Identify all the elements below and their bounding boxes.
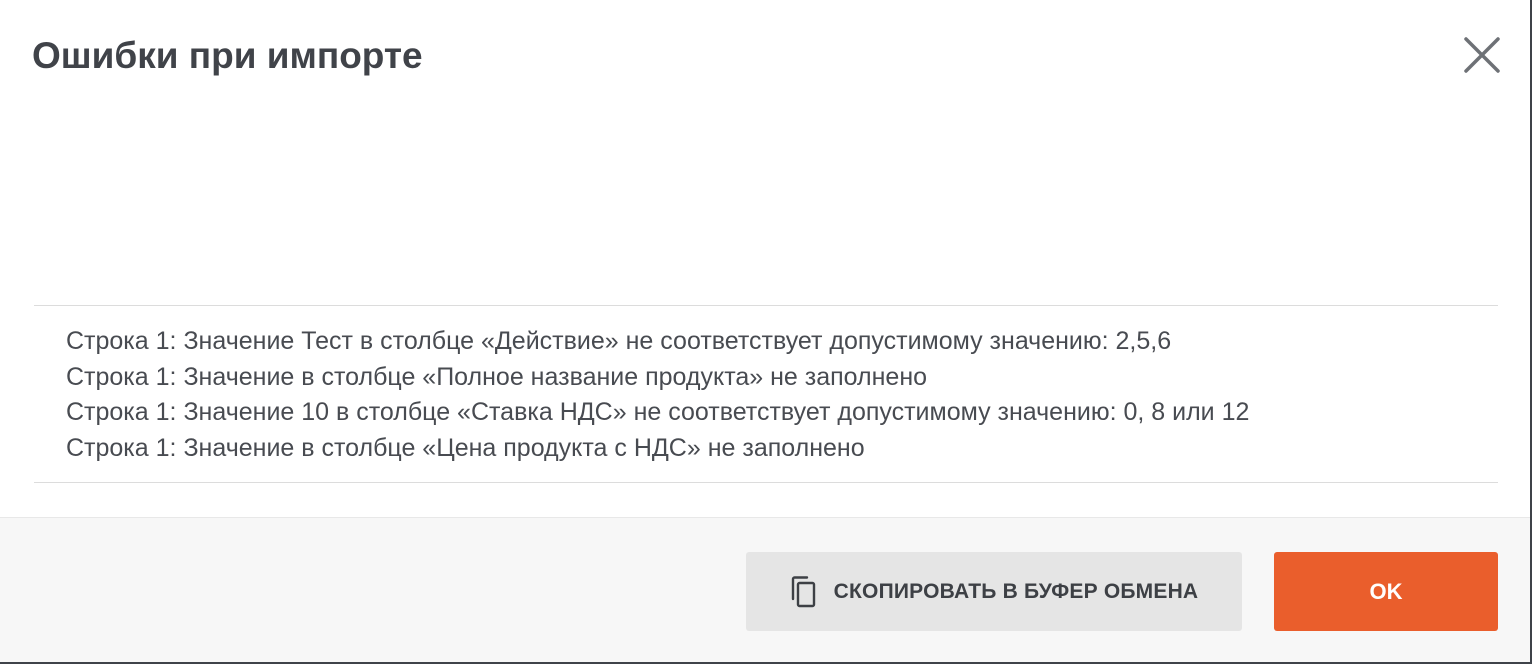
error-line: Строка 1: Значение Тест в столбце «Дейст…: [66, 327, 1172, 355]
copy-button-label: СКОПИРОВАТЬ В БУФЕР ОБМЕНА: [833, 579, 1199, 603]
error-line: Строка 1: Значение 10 в столбце «Ставка …: [66, 398, 1250, 426]
copy-icon: [790, 575, 820, 609]
import-errors-dialog: Ошибки при импорте Строка 1: Значение Те…: [0, 0, 1532, 664]
errors-list: Строка 1: Значение Тест в столбце «Дейст…: [66, 324, 1249, 466]
ok-button-label: OK: [1369, 578, 1403, 604]
error-line: Строка 1: Значение в столбце «Полное наз…: [66, 362, 928, 391]
close-icon: [1462, 35, 1502, 75]
dialog-footer: СКОПИРОВАТЬ В БУФЕР ОБМЕНА OK: [0, 517, 1530, 662]
copy-to-clipboard-button[interactable]: СКОПИРОВАТЬ В БУФЕР ОБМЕНА: [746, 552, 1242, 631]
close-button[interactable]: [1462, 35, 1502, 75]
ok-button[interactable]: OK: [1274, 552, 1498, 631]
error-line: Строка 1: Значение в столбце «Цена проду…: [66, 433, 865, 462]
errors-panel: Строка 1: Значение Тест в столбце «Дейст…: [34, 305, 1498, 483]
dialog-title: Ошибки при импорте: [32, 35, 423, 76]
